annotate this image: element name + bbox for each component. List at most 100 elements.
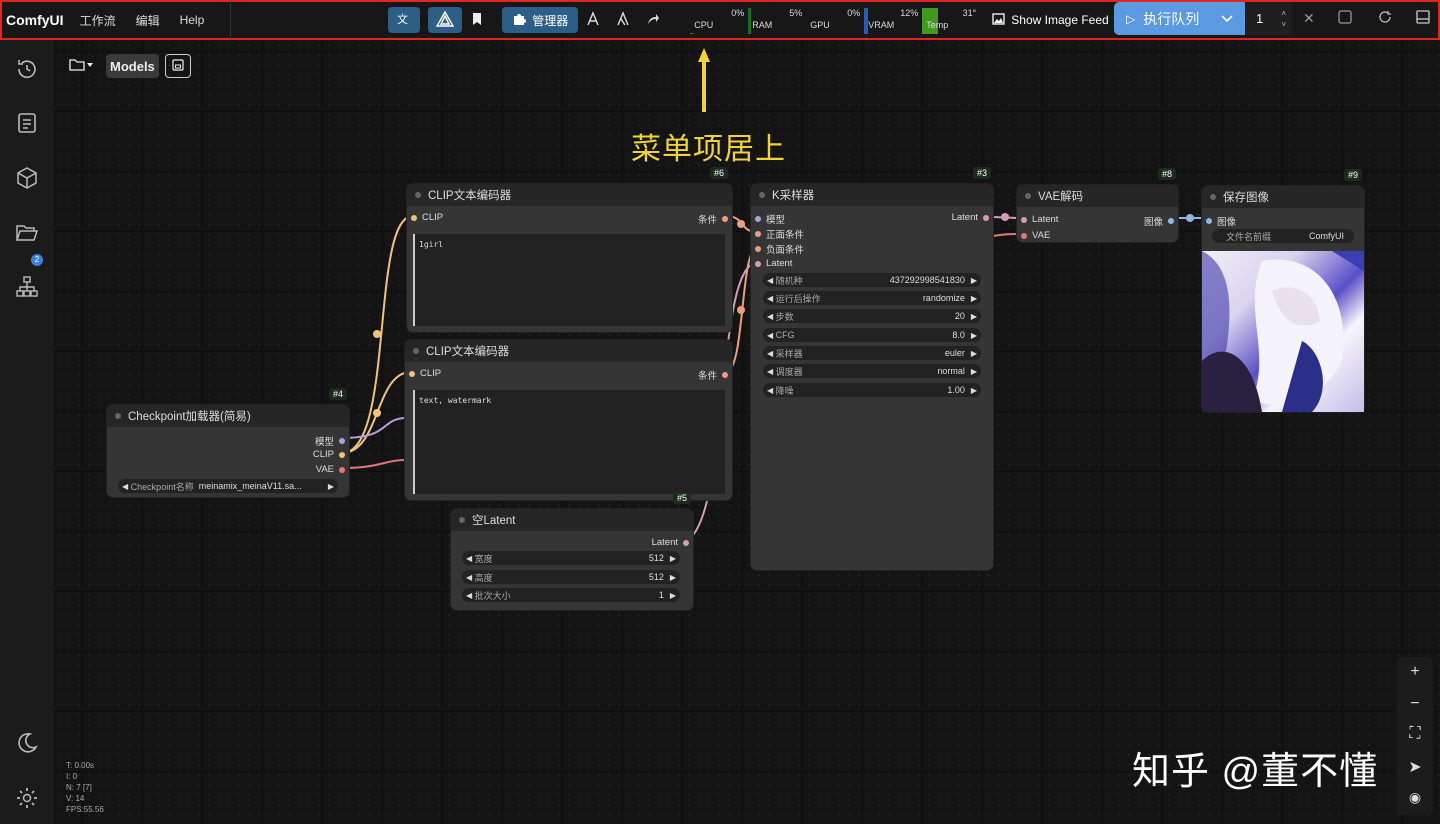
fit-view-icon[interactable]: ⛶ [1397, 725, 1433, 743]
widget-batch-size[interactable]: ◀ 批次大小 1 ▶ [462, 588, 680, 602]
input-slot-positive[interactable]: 正面条件 [755, 227, 804, 241]
widget-label: 采样器 [775, 348, 803, 359]
chevron-down-icon[interactable] [1221, 12, 1233, 26]
input-slot-image[interactable]: 图像 [1206, 214, 1236, 228]
close-icon[interactable]: ✕ [1303, 10, 1315, 27]
widget-width[interactable]: ◀ 宽度 512 ▶ [462, 551, 680, 565]
slot-label: Latent [651, 537, 678, 548]
input-slot-clip[interactable]: CLIP [409, 368, 441, 379]
left-sidebar: 2 [0, 40, 54, 824]
stop-square-icon[interactable] [1338, 10, 1352, 27]
collapse-dot-icon[interactable] [415, 192, 421, 198]
annotation-arrow-icon [698, 48, 710, 112]
node-clip-encode-positive[interactable]: CLIP文本编码器 CLIP 条件 1girl [407, 184, 732, 332]
queue-prompt-button[interactable]: ▷ 执行队列 [1114, 2, 1245, 35]
zoom-in-icon[interactable]: + [1397, 663, 1433, 681]
queue-list-icon[interactable] [14, 110, 40, 136]
collapse-dot-icon[interactable] [759, 192, 765, 198]
vram-label: VRAM [868, 20, 895, 30]
widget-seed[interactable]: ◀ 随机种 437292998541830 ▶ [763, 273, 981, 287]
moon-icon[interactable] [14, 730, 40, 756]
manager-button[interactable]: 管理器 [502, 7, 579, 33]
menu-help[interactable]: Help [170, 13, 215, 27]
input-slot-negative[interactable]: 负面条件 [755, 242, 804, 256]
prompt-textarea[interactable]: 1girl [413, 234, 725, 326]
custom-nodes-button[interactable] [578, 7, 608, 33]
pointer-mode-icon[interactable]: ➤ [1397, 757, 1433, 777]
input-slot-latent[interactable]: Latent [1021, 214, 1058, 225]
translate-button[interactable]: 文 [388, 7, 421, 33]
models-button[interactable] [608, 7, 638, 33]
output-slot-latent[interactable]: Latent [952, 212, 989, 223]
node-id-badge: #8 [1158, 168, 1177, 180]
eye-icon[interactable]: ◉ [1397, 789, 1433, 806]
output-slot-conditioning[interactable]: 条件 [698, 212, 728, 226]
app-logo[interactable]: ComfyUI [2, 12, 70, 28]
node-checkpoint-loader[interactable]: Checkpoint加载器(简易) 模型 CLIP VAE ◀ Checkpoi… [107, 405, 349, 497]
widget-filename-prefix[interactable]: 文件名前缀 ComfyUI [1212, 229, 1354, 243]
prompt-textarea[interactable]: text, watermark [413, 390, 725, 494]
output-slot-vae[interactable]: VAE [316, 464, 345, 475]
output-slot-conditioning[interactable]: 条件 [698, 368, 728, 382]
gpu-value: 0% [847, 8, 861, 18]
widget-denoise[interactable]: ◀ 降噪 1.00 ▶ [763, 383, 981, 397]
widget-steps[interactable]: ◀ 步数 20 ▶ [763, 309, 981, 323]
stat-line: N: 7 [7] [66, 783, 92, 792]
folder-open-icon[interactable] [14, 220, 40, 246]
widget-label: 运行后操作 [775, 293, 821, 304]
output-slot-image[interactable]: 图像 [1144, 214, 1174, 228]
widget-label: 调度器 [775, 366, 803, 377]
cube-icon[interactable] [14, 165, 40, 191]
node-title: 保存图像 [1223, 192, 1269, 204]
slot-label: 条件 [697, 215, 717, 226]
collapse-dot-icon[interactable] [1210, 194, 1216, 200]
collapse-dot-icon[interactable] [459, 517, 465, 523]
save-workflow-button[interactable] [164, 54, 191, 78]
input-slot-model[interactable]: 模型 [755, 212, 785, 226]
batch-count-input[interactable]: 1 ˄ ˅ [1246, 2, 1292, 35]
collapse-dot-icon[interactable] [115, 413, 121, 419]
menu-workflow[interactable]: 工作流 [70, 12, 126, 29]
zoom-out-icon[interactable]: − [1397, 695, 1433, 713]
node-title: CLIP文本编码器 [426, 346, 510, 358]
workflow-folder-button[interactable] [62, 54, 100, 78]
output-slot-latent[interactable]: Latent [652, 537, 689, 548]
output-slot-clip[interactable]: CLIP [313, 449, 345, 460]
vram-value: 12% [900, 8, 919, 18]
input-slot-latent[interactable]: Latent [755, 258, 792, 269]
output-slot-model[interactable]: 模型 [315, 434, 345, 448]
menu-edit[interactable]: 编辑 [126, 12, 170, 29]
node-ksampler[interactable]: K采样器 模型 正面条件 负面条件 Latent Latent ◀ 随机种 437… [751, 184, 993, 570]
widget-value: euler [944, 348, 965, 358]
widget-cfg[interactable]: ◀ CFG 8.0 ▶ [763, 328, 981, 342]
models-tab[interactable]: Models [106, 54, 159, 78]
sitemap-icon[interactable] [14, 274, 40, 300]
collapse-dot-icon[interactable] [1025, 193, 1031, 199]
share-button[interactable] [638, 7, 668, 33]
collapse-dot-icon[interactable] [413, 348, 419, 354]
widget-scheduler[interactable]: ◀ 调度器 normal ▶ [763, 364, 981, 378]
widget-label: 宽度 [474, 553, 493, 564]
input-slot-vae[interactable]: VAE [1021, 230, 1050, 241]
node-empty-latent[interactable]: 空Latent Latent ◀ 宽度 512 ▶ ◀ 高度 512 ▶ ◀ 批次大小 1… [451, 509, 693, 610]
widget-sampler[interactable]: ◀ 采样器 euler ▶ [763, 346, 981, 360]
widget-ckpt-name[interactable]: ◀ Checkpoint名称 meinamix_meinaV11.sa... ▶ [118, 479, 338, 493]
watermark-text: 知乎 @董不懂 [1132, 751, 1379, 793]
bookmark-button[interactable] [462, 7, 492, 33]
crystools-button[interactable] [428, 7, 463, 33]
widget-control-after[interactable]: ◀ 运行后操作 randomize ▶ [763, 291, 981, 305]
panel-toggle-icon[interactable] [1416, 10, 1430, 27]
input-slot-clip[interactable]: CLIP [411, 212, 443, 223]
widget-label: CFG [775, 330, 795, 340]
history-icon[interactable] [14, 56, 40, 82]
stepper-arrows-icon[interactable]: ˄ ˅ [1281, 8, 1286, 30]
node-clip-encode-negative[interactable]: CLIP文本编码器 CLIP 条件 text, watermark [405, 340, 732, 500]
generated-image-preview[interactable] [1202, 251, 1364, 412]
slot-label: Latent [951, 212, 978, 223]
widget-height[interactable]: ◀ 高度 512 ▶ [462, 570, 680, 584]
refresh-icon[interactable] [1378, 10, 1392, 27]
slot-label: 图像 [1217, 217, 1237, 228]
folder-icon [68, 58, 94, 75]
node-vae-decode[interactable]: VAE解码 Latent VAE 图像 [1017, 185, 1178, 242]
settings-gear-icon[interactable] [14, 785, 40, 811]
